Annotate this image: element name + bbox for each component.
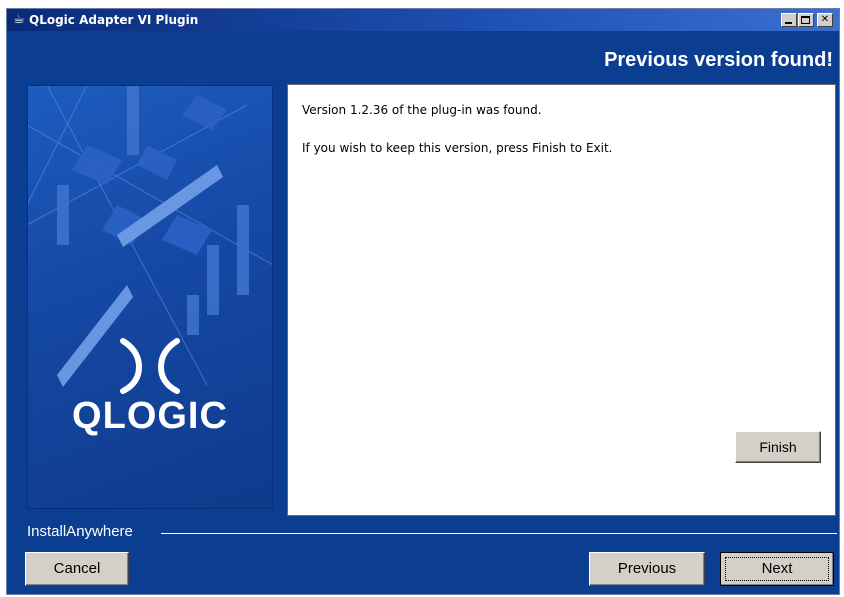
previous-button[interactable]: Previous bbox=[589, 552, 705, 586]
installanywhere-label: InstallAnywhere bbox=[27, 523, 133, 540]
window-title: QLogic Adapter VI Plugin bbox=[29, 13, 199, 27]
qlogic-logo: QLOGIC bbox=[72, 395, 228, 437]
logo-arc-right bbox=[157, 338, 180, 394]
title-bar[interactable]: ☕ QLogic Adapter VI Plugin ✕ bbox=[7, 9, 839, 31]
cube-shape-5 bbox=[162, 215, 212, 255]
footer-divider bbox=[161, 533, 837, 534]
version-found-message: Version 1.2.36 of the plug-in was found. bbox=[302, 103, 542, 117]
minimize-button[interactable] bbox=[781, 13, 797, 27]
close-icon: ✕ bbox=[820, 14, 830, 25]
maximize-button[interactable] bbox=[798, 13, 814, 27]
installer-window: ☕ QLogic Adapter VI Plugin ✕ Previous ve… bbox=[6, 8, 840, 595]
pillar-shape-3 bbox=[237, 205, 249, 295]
network-illustration bbox=[27, 85, 273, 509]
cancel-button[interactable]: Cancel bbox=[25, 552, 129, 586]
pillar-shape-5 bbox=[187, 295, 199, 335]
maximize-icon bbox=[801, 16, 810, 24]
pillar-shape-2 bbox=[57, 185, 69, 245]
next-button-label: Next bbox=[761, 560, 793, 577]
finish-button[interactable]: Finish bbox=[735, 431, 821, 463]
content-panel: Version 1.2.36 of the plug-in was found.… bbox=[287, 84, 836, 516]
next-button[interactable]: Next bbox=[720, 552, 834, 586]
keep-version-message: If you wish to keep this version, press … bbox=[302, 141, 613, 155]
java-cup-icon: ☕ bbox=[13, 12, 25, 27]
close-button[interactable]: ✕ bbox=[817, 13, 833, 27]
card-row-2 bbox=[57, 285, 133, 387]
pillar-shape-1 bbox=[127, 85, 139, 155]
minimize-icon bbox=[785, 22, 792, 24]
cube-shape-2 bbox=[72, 145, 122, 185]
page-title: Previous version found! bbox=[604, 49, 833, 71]
pillar-shape-4 bbox=[207, 245, 219, 315]
cube-shape-1 bbox=[182, 95, 227, 130]
cube-shape-3 bbox=[137, 145, 177, 180]
logo-arc-left bbox=[120, 338, 143, 394]
side-graphic-panel: QLOGIC bbox=[27, 85, 273, 509]
